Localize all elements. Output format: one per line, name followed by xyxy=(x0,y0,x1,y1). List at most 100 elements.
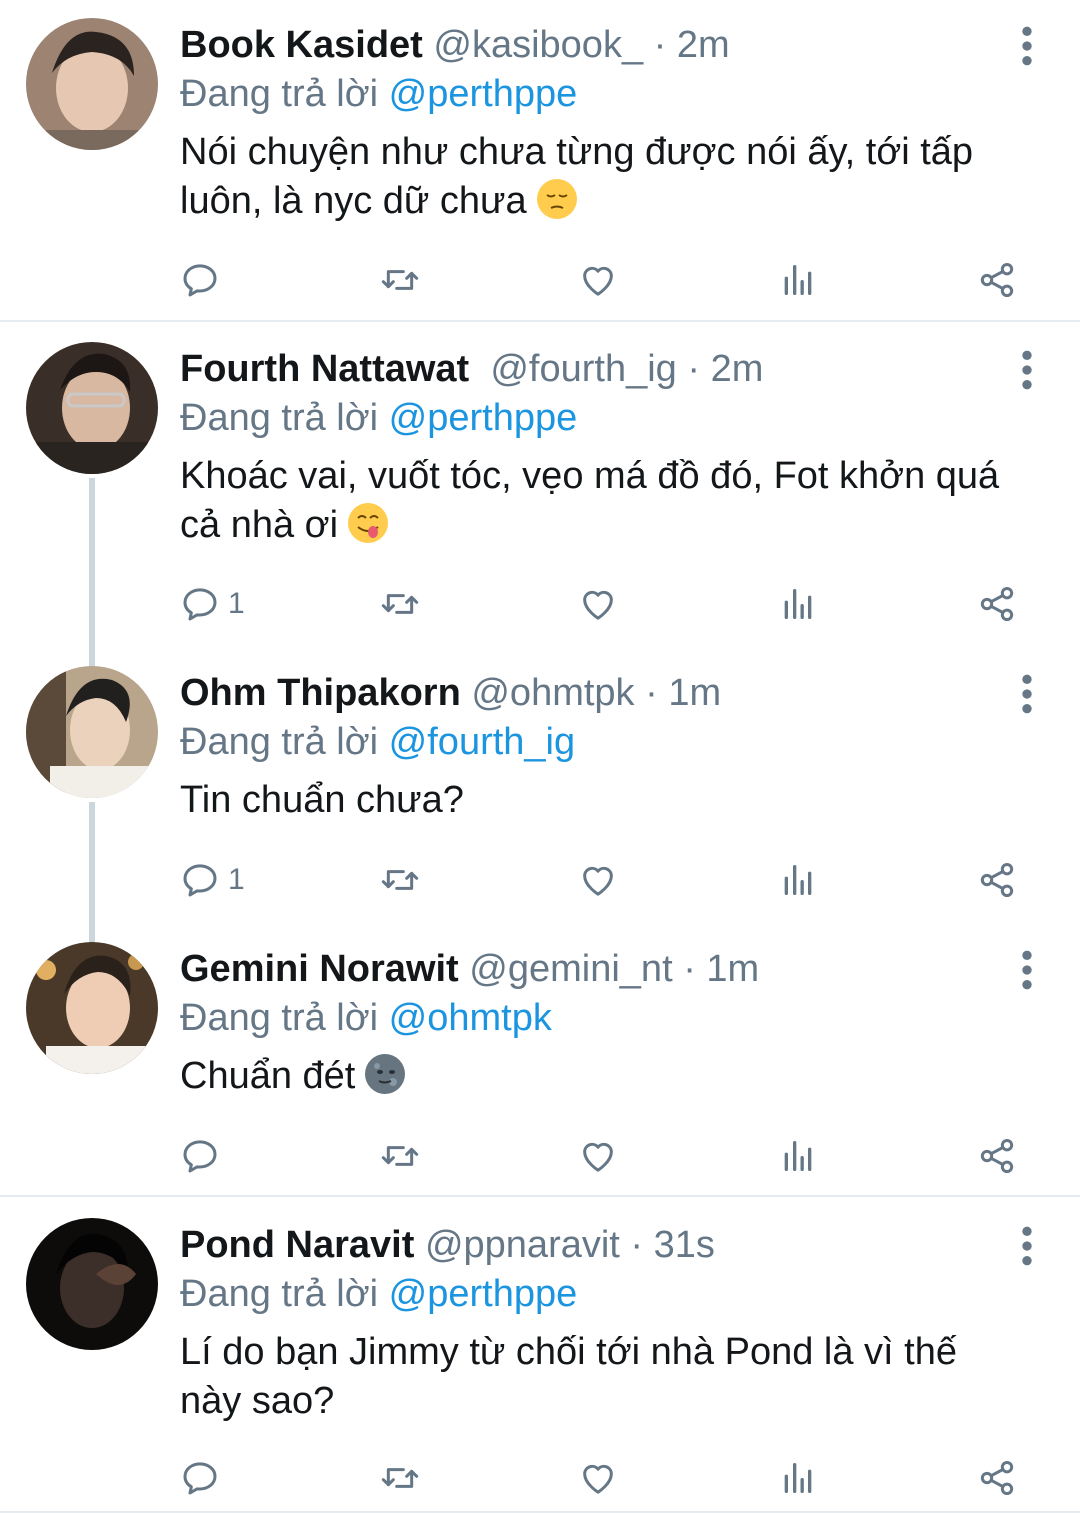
more-icon[interactable] xyxy=(1012,950,1042,990)
mention-link[interactable]: @perthppe xyxy=(389,73,578,115)
tweet-actions xyxy=(0,1126,1080,1186)
tweet-header: Book Kasidet @kasibook_ · 2m xyxy=(180,20,990,70)
tweet-actions xyxy=(0,250,1080,310)
retweet-button[interactable] xyxy=(380,250,420,310)
retweet-button[interactable] xyxy=(380,574,420,634)
display-name[interactable]: Pond Naravit xyxy=(180,1224,414,1266)
tweet-text: Tin chuẩn chưa? xyxy=(180,776,1020,825)
avatar[interactable] xyxy=(26,342,158,474)
mention-link[interactable]: @fourth_ig xyxy=(389,721,575,763)
more-icon[interactable] xyxy=(1012,1226,1042,1266)
divider xyxy=(0,1195,1080,1197)
reply-icon xyxy=(180,1458,220,1498)
share-button[interactable] xyxy=(977,1126,1017,1186)
retweet-icon xyxy=(380,860,420,900)
display-name[interactable]: Ohm Thipakorn xyxy=(180,672,461,714)
replying-label: Đang trả lời xyxy=(180,73,379,115)
share-button[interactable] xyxy=(977,850,1017,910)
replying-to: Đang trả lời @perthppe xyxy=(180,1270,577,1318)
face-savoring-food-icon xyxy=(348,503,389,543)
tweet-text-content: Lí do bạn Jimmy từ chối tới nhà Pond là … xyxy=(180,1331,957,1422)
replying-to: Đang trả lời @ohmtpk xyxy=(180,994,552,1042)
reply-button[interactable] xyxy=(180,250,228,310)
tweet[interactable]: Book Kasidet @kasibook_ · 2m Đang trả lờ… xyxy=(0,0,1080,322)
reply-button[interactable]: 1 xyxy=(180,574,245,634)
timestamp[interactable]: 1m xyxy=(668,672,721,714)
share-button[interactable] xyxy=(977,574,1017,634)
replying-label: Đang trả lời xyxy=(180,397,379,439)
timestamp[interactable]: 2m xyxy=(711,348,764,390)
replying-to: Đang trả lời @fourth_ig xyxy=(180,718,575,766)
mention-link[interactable]: @perthppe xyxy=(389,397,578,439)
reply-icon xyxy=(180,860,220,900)
mention-link[interactable]: @ohmtpk xyxy=(389,997,552,1039)
share-icon xyxy=(977,860,1017,900)
analytics-button[interactable] xyxy=(778,1448,818,1508)
tweet-header: Fourth Nattawat @fourth_ig · 2m xyxy=(180,344,990,394)
like-button[interactable] xyxy=(578,574,618,634)
analytics-icon xyxy=(778,584,818,624)
tweet[interactable]: Gemini Norawit @gemini_nt · 1m Đang trả … xyxy=(0,924,1080,1196)
more-icon[interactable] xyxy=(1012,26,1042,66)
timestamp[interactable]: 31s xyxy=(654,1224,715,1266)
replying-label: Đang trả lời xyxy=(180,721,379,763)
separator: · xyxy=(645,672,658,714)
avatar[interactable] xyxy=(26,666,158,798)
like-button[interactable] xyxy=(578,1448,618,1508)
tweet-text-content: Khoác vai, vuốt tóc, vẹo má đồ đó, Fot k… xyxy=(180,455,1000,546)
retweet-button[interactable] xyxy=(380,1126,420,1186)
reply-icon xyxy=(180,1136,220,1176)
like-icon xyxy=(578,584,618,624)
handle[interactable]: @fourth_ig xyxy=(490,348,676,390)
avatar[interactable] xyxy=(26,1218,158,1350)
reply-button[interactable]: 1 xyxy=(180,850,245,910)
tweet-actions: 1 xyxy=(0,574,1080,634)
like-button[interactable] xyxy=(578,1126,618,1186)
share-icon xyxy=(977,1136,1017,1176)
tweet[interactable]: Pond Naravit @ppnaravit · 31s Đang trả l… xyxy=(0,1200,1080,1513)
like-icon xyxy=(578,260,618,300)
reply-button[interactable] xyxy=(180,1126,228,1186)
replying-to: Đang trả lời @perthppe xyxy=(180,70,577,118)
analytics-button[interactable] xyxy=(778,850,818,910)
separator: · xyxy=(653,24,667,66)
reply-button[interactable] xyxy=(180,1448,228,1508)
divider xyxy=(0,320,1080,322)
handle[interactable]: @kasibook_ xyxy=(433,24,643,66)
tweet-text-content: Chuẩn đét xyxy=(180,1055,356,1097)
display-name[interactable]: Fourth Nattawat xyxy=(180,348,469,390)
analytics-button[interactable] xyxy=(778,574,818,634)
analytics-icon xyxy=(778,260,818,300)
avatar[interactable] xyxy=(26,942,158,1074)
share-button[interactable] xyxy=(977,250,1017,310)
handle[interactable]: @ppnaravit xyxy=(425,1224,620,1266)
tweet[interactable]: Fourth Nattawat @fourth_ig · 2m Đang trả… xyxy=(0,324,1080,646)
tweet-header: Ohm Thipakorn @ohmtpk · 1m xyxy=(180,668,990,718)
like-button[interactable] xyxy=(578,850,618,910)
retweet-button[interactable] xyxy=(380,1448,420,1508)
display-name[interactable]: Gemini Norawit xyxy=(180,948,459,990)
handle[interactable]: @gemini_nt xyxy=(469,948,672,990)
retweet-button[interactable] xyxy=(380,850,420,910)
share-button[interactable] xyxy=(977,1448,1017,1508)
tweet[interactable]: Ohm Thipakorn @ohmtpk · 1m Đang trả lời … xyxy=(0,648,1080,922)
reply-count: 1 xyxy=(228,863,245,896)
display-name[interactable]: Book Kasidet xyxy=(180,24,423,66)
mention-link[interactable]: @perthppe xyxy=(389,1273,578,1315)
more-icon[interactable] xyxy=(1012,674,1042,714)
replying-label: Đang trả lời xyxy=(180,1273,379,1315)
reply-count: 1 xyxy=(228,587,245,620)
analytics-button[interactable] xyxy=(778,1126,818,1186)
share-icon xyxy=(977,584,1017,624)
like-icon xyxy=(578,1458,618,1498)
like-button[interactable] xyxy=(578,250,618,310)
avatar[interactable] xyxy=(26,18,158,150)
more-icon[interactable] xyxy=(1012,350,1042,390)
handle[interactable]: @ohmtpk xyxy=(471,672,634,714)
timestamp[interactable]: 2m xyxy=(677,24,730,66)
tweet-text: Lí do bạn Jimmy từ chối tới nhà Pond là … xyxy=(180,1328,1020,1426)
retweet-icon xyxy=(380,584,420,624)
timestamp[interactable]: 1m xyxy=(706,948,759,990)
separator: · xyxy=(630,1224,644,1266)
analytics-button[interactable] xyxy=(778,250,818,310)
